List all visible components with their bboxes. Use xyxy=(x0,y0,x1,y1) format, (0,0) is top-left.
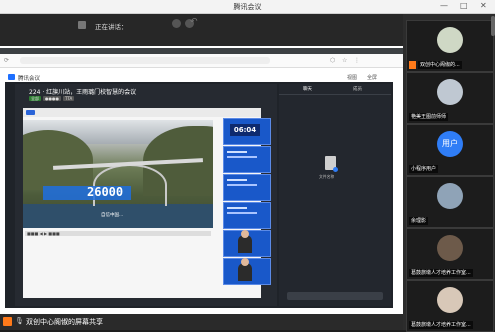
thumbnail[interactable]: 06:04 xyxy=(223,118,271,145)
slide-caption: 自信中国... xyxy=(101,213,124,218)
file-name: 文件名称 xyxy=(319,174,335,179)
bookmark-icon[interactable]: ☆ xyxy=(342,57,347,64)
window-title: 腾讯会议 xyxy=(233,3,262,11)
thumbnail[interactable] xyxy=(223,202,271,229)
participant-avatar xyxy=(437,287,463,313)
participant-name: 葛鼓旅墩人才培养工作室... xyxy=(409,321,473,329)
meeting-title: 224 · 红旗川站，王雨璐门校智慧的会议 xyxy=(29,89,137,96)
maximize-button[interactable]: □ xyxy=(460,1,468,10)
participant-name: 余理影 xyxy=(409,217,429,225)
tag-code: TTA xyxy=(63,96,75,101)
title-bar: 腾讯会议 — □ ✕ xyxy=(0,0,495,14)
share-label: 双创中心阁俶的屏幕共享 xyxy=(26,318,103,326)
thumbnail[interactable] xyxy=(223,258,271,285)
back-arrow-icon[interactable]: ↶ xyxy=(190,17,198,27)
reload-icon[interactable]: ⟳ xyxy=(4,57,9,64)
presentation-toolbar xyxy=(23,108,261,117)
mic-icon[interactable]: 🎙 xyxy=(15,317,24,326)
player-controls-text: ■■■ ◀ ▶ ■■■ xyxy=(27,231,60,236)
participant-tile[interactable]: 双创中心阁俶的... xyxy=(406,20,494,72)
browser-address-bar[interactable]: ⟳ ⬡ ☆ ⋮ xyxy=(0,54,403,68)
thumbnail[interactable] xyxy=(223,230,271,257)
speaker-dot xyxy=(172,19,181,28)
participant-list: 双创中心阁俶的... 艳美王图前师师 用户 小程序用户 余理影 葛鼓旅墩人才培养… xyxy=(403,14,495,332)
menu-icon[interactable]: ⋮ xyxy=(354,57,360,64)
meeting-app-window: 腾讯会议 视图 全屏 224 · 红旗川站，王雨璐门校智慧的会议 全部 ●●●●… xyxy=(5,72,393,308)
thumbnail[interactable] xyxy=(223,174,271,201)
side-panel-button[interactable] xyxy=(287,292,383,300)
participant-avatar xyxy=(437,183,463,209)
participant-tile[interactable]: 用户 小程序用户 xyxy=(406,124,494,176)
meeting-app-bar: 腾讯会议 视图 全屏 xyxy=(5,72,393,82)
extension-icon[interactable]: ⬡ xyxy=(330,57,335,64)
participant-tile[interactable]: 葛鼓旅墩人才培养工作室... xyxy=(406,280,494,332)
bridge-photo: 26000 自信中国... xyxy=(23,120,213,228)
host-badge-icon xyxy=(409,61,416,69)
tag-status: ●●●● xyxy=(43,96,61,101)
presentation-area: 26000 自信中国... ■■■ ◀ ▶ ■■■ 06:04 xyxy=(23,108,271,298)
speaker-avatar xyxy=(78,21,86,29)
participant-scrollbar[interactable] xyxy=(491,16,495,36)
slide-thumbnails: 06:04 xyxy=(223,118,271,298)
fullscreen-button[interactable]: 全屏 xyxy=(367,74,377,81)
side-panel-tabs: 聊天 成员 xyxy=(279,84,391,95)
bottom-bar: 🎙 双创中心阁俶的屏幕共享 xyxy=(0,314,403,330)
presenter-figure xyxy=(238,258,252,281)
url-field[interactable] xyxy=(20,57,270,64)
slide-number: 26000 xyxy=(87,185,124,199)
view-button[interactable]: 视图 xyxy=(347,74,357,81)
inner-app-title: 腾讯会议 xyxy=(18,75,41,82)
minimize-button[interactable]: — xyxy=(440,1,448,10)
tab-chat[interactable]: 聊天 xyxy=(303,86,312,92)
document-icon[interactable] xyxy=(325,156,338,172)
speaking-bar: 正在讲话： ↶ xyxy=(0,14,403,46)
sharer-avatar-icon xyxy=(3,317,12,326)
speaking-label: 正在讲话： xyxy=(95,23,128,31)
participant-name: 葛鼓旅墩人才培养工作室... xyxy=(409,269,473,277)
participant-name: 艳美王图前师师 xyxy=(409,113,449,121)
participant-avatar: 用户 xyxy=(437,131,463,157)
close-button[interactable]: ✕ xyxy=(480,1,487,10)
participant-name: 双创中心阁俶的... xyxy=(418,61,462,69)
presentation-logo-icon xyxy=(26,110,35,115)
app-logo-icon xyxy=(8,74,15,80)
participant-avatar xyxy=(437,79,463,105)
presentation-panel: 224 · 红旗川站，王雨璐门校智慧的会议 全部 ●●●● TTA 26000 xyxy=(15,84,277,306)
shared-screen: ⟳ ⬡ ☆ ⋮ 腾讯会议 视图 全屏 224 · 红旗川站，王雨璐门校智慧的会议… xyxy=(0,46,403,314)
side-panel: 聊天 成员 文件名称 xyxy=(279,84,391,306)
timer: 06:04 xyxy=(230,124,260,136)
participant-name: 小程序用户 xyxy=(409,165,439,173)
participant-tile[interactable]: 余理影 xyxy=(406,176,494,228)
participant-avatar xyxy=(437,27,463,53)
thumbnail[interactable] xyxy=(223,146,271,173)
presenter-figure xyxy=(238,230,252,253)
participant-tile[interactable]: 艳美王图前师师 xyxy=(406,72,494,124)
tag-all: 全部 xyxy=(29,96,41,101)
participant-avatar xyxy=(437,235,463,261)
participant-tile[interactable]: 葛鼓旅墩人才培养工作室... xyxy=(406,228,494,280)
tab-members[interactable]: 成员 xyxy=(353,86,362,92)
